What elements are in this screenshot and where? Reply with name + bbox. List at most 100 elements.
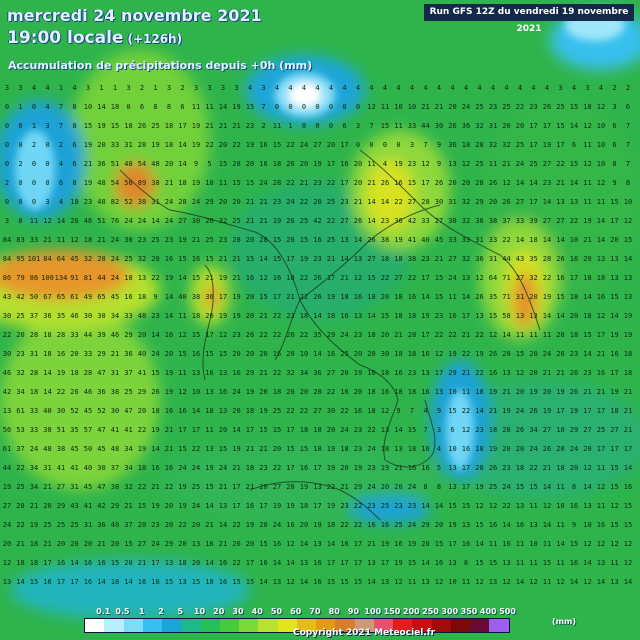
grid-value: 15 — [516, 483, 524, 491]
grid-value: 13 — [597, 559, 605, 567]
grid-value: 41 — [57, 464, 65, 472]
grid-value: 21 — [43, 540, 51, 548]
grid-value: 26 — [205, 217, 213, 225]
grid-value: 22 — [327, 217, 335, 225]
grid-value: 17 — [610, 445, 618, 453]
grid-value: 22 — [354, 502, 362, 510]
grid-value: 26 — [570, 388, 578, 396]
grid-value: 18 — [367, 388, 375, 396]
grid-value: 13 — [624, 293, 632, 301]
grid-value: 24 — [3, 521, 11, 529]
grid-value: 23 — [408, 160, 416, 168]
grid-value: 20 — [583, 255, 591, 263]
grid-value: 20 — [138, 407, 146, 415]
grid-value: 23 — [489, 103, 497, 111]
grid-value: 48 — [111, 445, 119, 453]
grid-value: 17 — [435, 369, 443, 377]
grid-value: 35 — [57, 312, 65, 320]
grid-value: 12 — [610, 540, 618, 548]
grid-value: 26 — [475, 293, 483, 301]
grid-value: 2 — [261, 122, 265, 130]
grid-value: 1 — [18, 103, 22, 111]
grid-value: 20 — [421, 540, 429, 548]
grid-value: 37 — [502, 217, 510, 225]
grid-value: 17 — [286, 464, 294, 472]
grid-value: 22 — [286, 407, 294, 415]
grid-value: 18 — [340, 445, 348, 453]
grid-value: 19 — [475, 483, 483, 491]
grid-value: 41 — [138, 369, 146, 377]
grid-value: 36 — [313, 369, 321, 377]
grid-value: 5 — [207, 160, 211, 168]
grid-value: 19 — [313, 521, 321, 529]
grid-value: 13 — [192, 369, 200, 377]
grid-value: 12 — [178, 388, 186, 396]
grid-value: 16 — [165, 407, 173, 415]
grid-value: 15 — [205, 483, 213, 491]
grid-value: 23 — [313, 255, 321, 263]
grid-value: 24 — [462, 103, 470, 111]
grid-value: 16 — [165, 464, 173, 472]
grid-value: 22 — [408, 274, 416, 282]
grid-value: 25 — [205, 236, 213, 244]
forecast-time-label: 19:00 locale — [7, 28, 124, 48]
grid-value: 20 — [246, 540, 254, 548]
grid-value: 19 — [219, 312, 227, 320]
grid-value: 7 — [423, 426, 427, 434]
grid-value: 16 — [165, 331, 173, 339]
grid-value: 25 — [340, 350, 348, 358]
grid-value: 18 — [124, 122, 132, 130]
grid-value: 0 — [18, 179, 22, 187]
grid-value: 25 — [232, 217, 240, 225]
grid-value: 17 — [286, 426, 294, 434]
grid-value: 20 — [529, 293, 537, 301]
grid-value: 95 — [16, 255, 24, 263]
grid-value: 23 — [16, 350, 24, 358]
grid-value: 14 — [543, 521, 551, 529]
grid-value: 10 — [84, 103, 92, 111]
grid-value: 30 — [84, 312, 92, 320]
grid-value: 12 — [435, 578, 443, 586]
grid-value: 11 — [394, 122, 402, 130]
grid-value: 40 — [421, 236, 429, 244]
grid-value: 18 — [408, 312, 416, 320]
grid-value: 17 — [556, 407, 564, 415]
grid-value: 21 — [219, 540, 227, 548]
grid-value: 36 — [205, 293, 213, 301]
grid-value: 14 — [543, 236, 551, 244]
grid-value: 24 — [570, 445, 578, 453]
grid-value: 14 — [516, 179, 524, 187]
grid-value: 28 — [259, 236, 267, 244]
grid-value: 22 — [367, 426, 375, 434]
grid-value: 10 — [151, 578, 159, 586]
grid-value: 21 — [421, 103, 429, 111]
grid-value: 14 — [543, 312, 551, 320]
grid-value: 14 — [367, 578, 375, 586]
grid-value: 17 — [178, 426, 186, 434]
grid-value: 16 — [421, 350, 429, 358]
grid-value: 13 — [273, 578, 281, 586]
grid-value: 4 — [437, 84, 441, 92]
grid-value: 20 — [448, 103, 456, 111]
grid-value: 8 — [153, 103, 157, 111]
grid-value: 19 — [246, 388, 254, 396]
grid-value: 12 — [219, 331, 227, 339]
grid-value: 47 — [124, 407, 132, 415]
grid-value: 16 — [84, 578, 92, 586]
grid-value: 22 — [435, 331, 443, 339]
grid-value: 23 — [165, 236, 173, 244]
grid-value: 18 — [462, 141, 470, 149]
grid-value: 20 — [570, 312, 578, 320]
grid-value: 23 — [340, 198, 348, 206]
grid-value: 26 — [543, 445, 551, 453]
grid-value: 38 — [138, 198, 146, 206]
grid-value: 18 — [246, 464, 254, 472]
grid-value: 34 — [300, 369, 308, 377]
grid-value: 19 — [205, 464, 213, 472]
grid-value: 17 — [340, 141, 348, 149]
grid-value: 18 — [300, 426, 308, 434]
grid-value: 15 — [610, 483, 618, 491]
grid-value: 18 — [408, 350, 416, 358]
grid-value: 28 — [421, 198, 429, 206]
grid-value: 28 — [138, 141, 146, 149]
